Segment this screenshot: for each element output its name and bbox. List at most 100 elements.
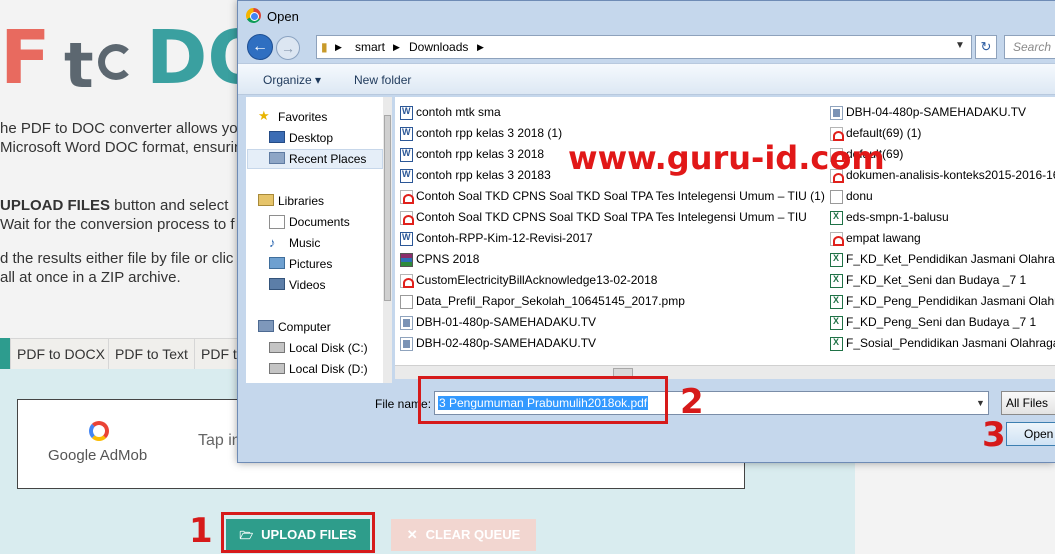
- address-dropdown-icon[interactable]: ▼: [955, 40, 965, 51]
- breadcrumb-chevron-icon[interactable]: ▶: [335, 42, 342, 53]
- forward-arrow-icon[interactable]: →: [276, 36, 300, 60]
- dialog-titlebar[interactable]: Open: [238, 1, 1055, 31]
- highlight-box-filename: [418, 376, 668, 424]
- word-file-icon: [400, 148, 413, 162]
- dialog-title: Open: [267, 9, 299, 24]
- nav-videos[interactable]: Videos: [289, 278, 325, 292]
- results-instruction-line-1: d the results either file by file or cli…: [0, 250, 234, 267]
- file-item[interactable]: DBH-01-480p-SAMEHADAKU.TV: [416, 315, 828, 329]
- nav-recent-places[interactable]: Recent Places: [289, 152, 366, 166]
- chrome-icon: [246, 8, 261, 23]
- excel-file-icon: [830, 337, 843, 351]
- scrollbar-thumb[interactable]: [384, 115, 391, 301]
- nav-favorites[interactable]: Favorites: [278, 110, 327, 124]
- address-bar[interactable]: ▮ ▶ smart ▶ Downloads ▶ ▼: [316, 35, 972, 59]
- step-number-1: 1: [189, 511, 213, 551]
- watermark-text: www.guru-id.com: [568, 139, 885, 177]
- pictures-icon: [269, 257, 285, 269]
- upload-instruction-line-1: UPLOAD FILES button and select: [0, 196, 228, 215]
- refresh-icon[interactable]: ↻: [975, 35, 997, 59]
- excel-file-icon: [830, 295, 843, 309]
- excel-file-icon: [830, 274, 843, 288]
- desktop-icon: [269, 131, 285, 143]
- step-number-3: 3: [982, 415, 1006, 455]
- file-item[interactable]: CPNS 2018: [416, 252, 828, 266]
- breadcrumb-smart[interactable]: smart: [355, 40, 385, 54]
- admob-brand: Google AdMob: [48, 447, 148, 464]
- upload-instruction-rest: button and select: [110, 197, 229, 214]
- excel-file-icon: [830, 253, 843, 267]
- nav-documents[interactable]: Documents: [289, 215, 350, 229]
- breadcrumb-downloads[interactable]: Downloads: [409, 40, 468, 54]
- file-item[interactable]: Data_Prefil_Rapor_Sekolah_10645145_2017.…: [416, 294, 828, 308]
- file-item[interactable]: CustomElectricityBillAcknowledge13-02-20…: [416, 273, 828, 287]
- file-item[interactable]: F_KD_Ket_Seni dan Budaya _7 1: [846, 273, 1055, 287]
- nav-desktop[interactable]: Desktop: [289, 131, 333, 145]
- breadcrumb-chevron-icon[interactable]: ▶: [477, 42, 484, 53]
- libraries-icon: [258, 194, 274, 206]
- navigation-pane: ★ Favorites Desktop Recent Places Librar…: [246, 97, 392, 383]
- word-file-icon: [400, 169, 413, 183]
- file-item[interactable]: Contoh Soal TKD CPNS Soal TKD Soal TPA T…: [416, 210, 828, 224]
- nav-local-disk-c[interactable]: Local Disk (C:): [289, 341, 368, 355]
- navigation-bar: ← → ▮ ▶ smart ▶ Downloads ▶ ▼ ↻ Search D: [238, 31, 1055, 76]
- organize-menu[interactable]: Organize ▾: [263, 73, 321, 87]
- file-item[interactable]: F_Sosial_Pendidikan Jasmani Olahraga: [846, 336, 1055, 350]
- breadcrumb-chevron-icon[interactable]: ▶: [393, 42, 400, 53]
- file-item[interactable]: eds-smpn-1-balusu: [846, 210, 1055, 224]
- folder-icon: ▮: [321, 40, 328, 54]
- file-item[interactable]: DBH-02-480p-SAMEHADAKU.TV: [416, 336, 828, 350]
- nav-local-disk-d[interactable]: Local Disk (D:): [289, 362, 368, 376]
- file-item[interactable]: Contoh-RPP-Kim-12-Revisi-2017: [416, 231, 828, 245]
- dialog-toolbar: Organize ▾ New folder: [238, 63, 1055, 95]
- file-type-filter[interactable]: All Files: [1001, 391, 1055, 415]
- file-item[interactable]: F_KD_Ket_Pendidikan Jasmani Olahraga: [846, 252, 1055, 266]
- file-file-icon: [830, 190, 843, 204]
- file-item[interactable]: Contoh Soal TKD CPNS Soal TKD Soal TPA T…: [416, 189, 828, 203]
- file-item[interactable]: empat lawang: [846, 231, 1055, 245]
- file-item[interactable]: contoh mtk sma: [416, 105, 828, 119]
- file-list: contoh mtk sma contoh rpp kelas 3 2018 (1…: [395, 97, 1055, 365]
- videos-icon: [269, 278, 285, 290]
- search-input[interactable]: Search D: [1004, 35, 1055, 76]
- file-item[interactable]: contoh rpp kelas 3 2018 (1): [416, 126, 828, 140]
- favorites-star-icon: ★: [258, 108, 270, 123]
- pdf-file-icon: [400, 274, 414, 288]
- back-arrow-icon[interactable]: ←: [247, 34, 273, 60]
- nav-libraries[interactable]: Libraries: [278, 194, 324, 208]
- new-folder-button[interactable]: New folder: [354, 73, 411, 87]
- file-item[interactable]: donu: [846, 189, 1055, 203]
- word-file-icon: [400, 106, 413, 120]
- music-icon: ♪: [269, 235, 276, 250]
- nav-computer[interactable]: Computer: [278, 320, 331, 334]
- file-item[interactable]: DBH-04-480p-SAMEHADAKU.TV: [846, 105, 1055, 119]
- description-line-2: Microsoft Word DOC format, ensurin: [0, 139, 243, 156]
- highlight-box-upload: [221, 512, 375, 553]
- filename-dropdown-icon[interactable]: ▼: [976, 398, 985, 408]
- file-item[interactable]: F_KD_Peng_Seni dan Budaya _7 1: [846, 315, 1055, 329]
- navigation-scrollbar[interactable]: [383, 97, 392, 383]
- clear-queue-button[interactable]: ✕ CLEAR QUEUE: [391, 519, 536, 551]
- documents-icon: [269, 215, 285, 229]
- tab-pdf-to-docx[interactable]: PDF to DOCX: [10, 338, 112, 370]
- recent-places-icon: [269, 152, 285, 164]
- pdf-file-icon: [400, 190, 414, 204]
- tab-pdf-to[interactable]: PDF to: [194, 338, 238, 370]
- pdf-file-icon: [830, 232, 844, 246]
- word-file-icon: [400, 232, 413, 246]
- file-item[interactable]: default(69) (1): [846, 126, 1055, 140]
- excel-file-icon: [830, 316, 843, 330]
- nav-music[interactable]: Music: [289, 236, 320, 250]
- disk-d-icon: [269, 363, 285, 374]
- disk-c-icon: [269, 342, 285, 353]
- description-line-1: he PDF to DOC converter allows yo: [0, 120, 238, 137]
- results-instruction-line-2: all at once in a ZIP archive.: [0, 269, 181, 286]
- tab-pdf-to-text[interactable]: PDF to Text: [108, 338, 195, 370]
- upload-instruction-line-2: Wait for the conversion process to f: [0, 216, 235, 233]
- video-file-icon: [830, 106, 843, 120]
- pdf-file-icon: [400, 211, 414, 225]
- nav-pictures[interactable]: Pictures: [289, 257, 332, 271]
- open-button[interactable]: Open: [1006, 422, 1055, 446]
- file-item[interactable]: F_KD_Peng_Pendidikan Jasmani Olahraga: [846, 294, 1055, 308]
- video-file-icon: [400, 316, 413, 330]
